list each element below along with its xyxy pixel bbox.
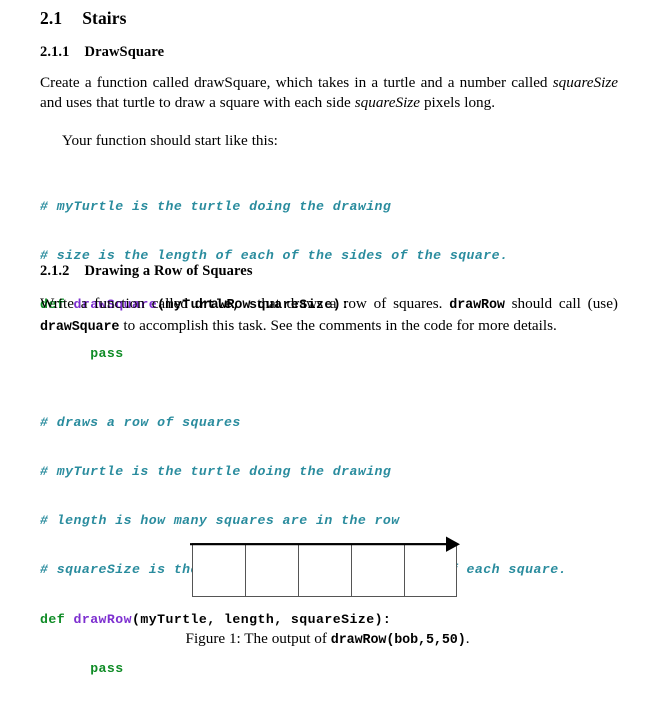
code-body-line: pass	[40, 346, 508, 362]
paragraph-drawsquare-intro: Create a function called drawSquare, whi…	[40, 73, 618, 112]
emphasis-squaresize: squareSize	[354, 93, 420, 111]
code-block-drawsquare: # myTurtle is the turtle doing the drawi…	[40, 166, 508, 396]
figure-drawrow-output	[0, 528, 655, 616]
text-part: pixels long.	[419, 93, 496, 111]
heading-subsection-drawrow: 2.1.2 Drawing a Row of Squares	[40, 263, 253, 280]
turtle-path-arrow-icon	[190, 536, 460, 552]
caption-prefix: Figure 1: The output of	[185, 630, 331, 647]
text-part: and uses that turtle to draw a square wi…	[40, 93, 355, 111]
caption-code: drawRow(bob,5,50)	[330, 633, 466, 648]
inline-code-drawrow: drawRow	[194, 298, 251, 313]
heading-number: 2.1	[40, 8, 63, 28]
inline-code-drawsquare: drawSquare	[40, 319, 120, 335]
code-body-line: pass	[40, 661, 567, 677]
text-part: to accomplish this task. See the comment…	[119, 316, 557, 334]
caption-suffix: .	[465, 630, 470, 647]
heading-number: 2.1.2	[40, 263, 70, 279]
code-keyword-pass: pass	[90, 660, 124, 676]
emphasis-squaresize: squareSize	[552, 74, 618, 91]
heading-section-stairs: 2.1 Stairs	[40, 8, 127, 29]
heading-title: Stairs	[82, 8, 127, 28]
text-part: that draws a row of squares.	[250, 295, 450, 312]
code-comment-line: # myTurtle is the turtle doing the drawi…	[40, 198, 392, 214]
code-comment-line: # myTurtle is the turtle doing the drawi…	[40, 464, 392, 480]
code-comment-line: # draws a row of squares	[40, 414, 241, 430]
code-keyword-pass: pass	[90, 346, 124, 362]
inline-code-drawrow: drawRow	[449, 298, 505, 313]
text-part: should call (use)	[504, 295, 618, 312]
text-part: Create a function called drawSquare, whi…	[40, 74, 553, 91]
code-comment-line: # size is the length of each of the side…	[40, 248, 509, 264]
heading-subsection-drawsquare: 2.1.1 DrawSquare	[40, 44, 164, 61]
paragraph-drawrow-intro: Write a function called drawRow that dra…	[40, 294, 618, 337]
document-page: 2.1 Stairs 2.1.1 DrawSquare Create a funct…	[0, 0, 655, 676]
text-part: Write a function called	[40, 295, 195, 312]
heading-title: Drawing a Row of Squares	[84, 263, 253, 279]
figure-caption: Figure 1: The output of drawRow(bob,5,50…	[0, 630, 655, 648]
paragraph-start-like-this: Your function should start like this:	[62, 132, 278, 149]
heading-title: DrawSquare	[84, 44, 165, 60]
heading-number: 2.1.1	[40, 44, 70, 60]
